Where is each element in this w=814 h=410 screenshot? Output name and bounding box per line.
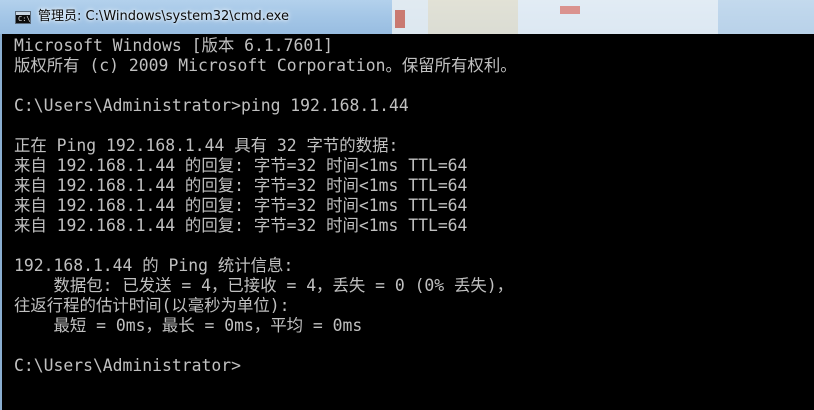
console-lines: Microsoft Windows [版本 6.1.7601] 版权所有 (c) … xyxy=(14,36,517,376)
title-bar[interactable]: C:\ 管理员: C:\Windows\system32\cmd.exe xyxy=(0,0,814,34)
background-blur xyxy=(560,6,580,14)
background-blur xyxy=(718,0,814,34)
console-line: 来自 192.168.1.44 的回复: 字节=32 时间<1ms TTL=64 xyxy=(14,176,468,195)
console-line: 来自 192.168.1.44 的回复: 字节=32 时间<1ms TTL=64 xyxy=(14,196,468,215)
background-blur xyxy=(518,0,718,34)
console-output[interactable]: Microsoft Windows [版本 6.1.7601] 版权所有 (c) … xyxy=(0,34,814,410)
console-line: 版权所有 (c) 2009 Microsoft Corporation。保留所有… xyxy=(14,56,517,75)
console-line: C:\Users\Administrator> xyxy=(14,356,241,375)
background-blur xyxy=(428,0,518,34)
console-line: 往返行程的估计时间(以毫秒为单位): xyxy=(14,296,290,315)
console-line: 192.168.1.44 的 Ping 统计信息: xyxy=(14,256,294,275)
cmd-icon-glyph: C:\ xyxy=(18,15,31,23)
console-line: 来自 192.168.1.44 的回复: 字节=32 时间<1ms TTL=64 xyxy=(14,156,468,175)
cmd-icon[interactable]: C:\ xyxy=(15,11,31,24)
background-blur xyxy=(395,10,405,28)
console-line: 正在 Ping 192.168.1.44 具有 32 字节的数据: xyxy=(14,136,399,155)
console-line: 数据包: 已发送 = 4，已接收 = 4，丢失 = 0 (0% 丢失)， xyxy=(14,276,514,295)
console-line: 来自 192.168.1.44 的回复: 字节=32 时间<1ms TTL=64 xyxy=(14,216,468,235)
cmd-window: C:\ 管理员: C:\Windows\system32\cmd.exe Mic… xyxy=(0,0,814,410)
console-line: 最短 = 0ms，最长 = 0ms，平均 = 0ms xyxy=(14,316,363,335)
window-title: 管理员: C:\Windows\system32\cmd.exe xyxy=(38,9,289,24)
console-line: Microsoft Windows [版本 6.1.7601] xyxy=(14,36,333,55)
console-line: C:\Users\Administrator>ping 192.168.1.44 xyxy=(14,96,409,115)
